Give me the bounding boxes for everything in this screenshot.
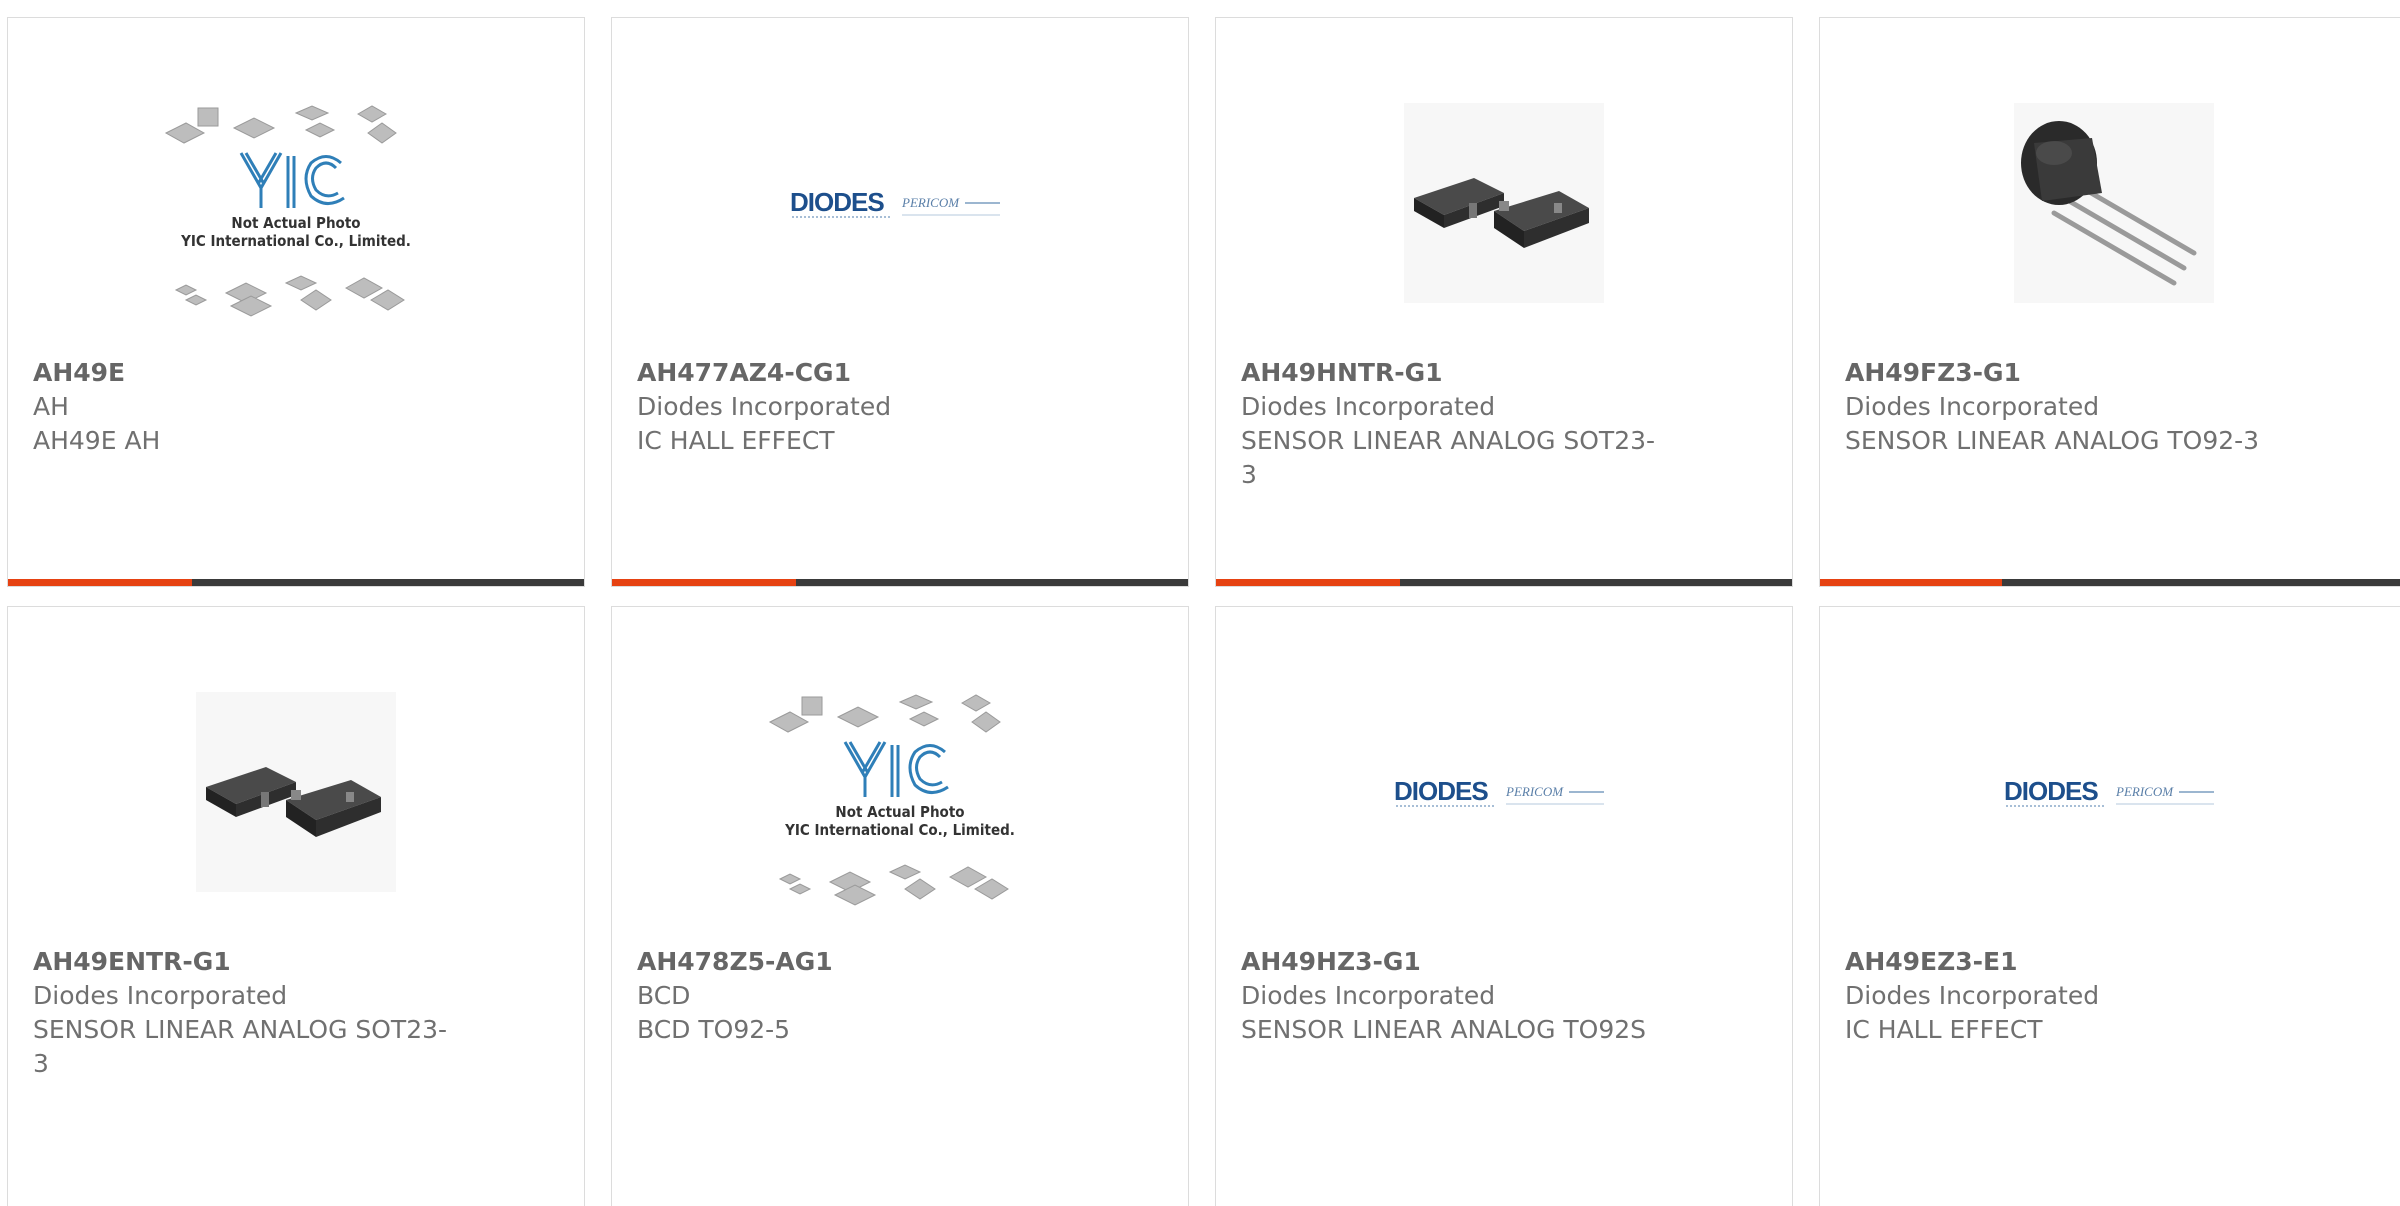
to92-photo-image	[2014, 103, 2214, 303]
card-accent-bar	[8, 579, 193, 586]
manufacturer: BCD	[637, 981, 691, 1010]
product-card[interactable]: Not Actual Photo YIC International Co., …	[7, 17, 585, 587]
product-card[interactable]: DIODES PERICOM AH477AZ4-CG1 Diodes Incor…	[611, 17, 1189, 587]
manufacturer: Diodes Incorporated	[1845, 392, 2100, 421]
description: SENSOR LINEAR ANALOG SOT23-3	[1241, 426, 1656, 489]
description: SENSOR LINEAR ANALOG TO92S	[1241, 1015, 1647, 1044]
product-info: AH49ENTR-G1 Diodes Incorporated SENSOR L…	[33, 945, 453, 1081]
yic-company-text: YIC International Co., Limited.	[180, 232, 411, 250]
pericom-logo-text: PERICOM	[901, 195, 960, 210]
product-card[interactable]: DIODES PERICOM AH49HZ3-G1 Diodes Incorpo…	[1215, 606, 1793, 1206]
description: IC HALL EFFECT	[637, 426, 835, 455]
product-card[interactable]: DIODES PERICOM AH49EZ3-E1 Diodes Incorpo…	[1819, 606, 2400, 1206]
part-number[interactable]: AH478Z5-AG1	[637, 945, 1057, 979]
product-info: AH478Z5-AG1 BCD BCD TO92-5	[637, 945, 1057, 1047]
description: BCD TO92-5	[637, 1015, 791, 1044]
product-image[interactable]: Not Actual Photo YIC International Co., …	[612, 637, 1188, 947]
description: SENSOR LINEAR ANALOG TO92-3	[1845, 426, 2260, 455]
product-card[interactable]: Not Actual Photo YIC International Co., …	[611, 606, 1189, 1206]
pericom-logo-text: PERICOM	[2115, 784, 2174, 799]
product-card[interactable]: AH49HNTR-G1 Diodes Incorporated SENSOR L…	[1215, 17, 1793, 587]
product-image[interactable]	[1820, 48, 2400, 358]
product-info: AH49HZ3-G1 Diodes Incorporated SENSOR LI…	[1241, 945, 1661, 1047]
manufacturer: Diodes Incorporated	[1241, 392, 1496, 421]
product-info: AH49EZ3-E1 Diodes Incorporated IC HALL E…	[1845, 945, 2265, 1047]
part-number[interactable]: AH49HZ3-G1	[1241, 945, 1661, 979]
diodes-logo-image: DIODES PERICOM	[1394, 776, 1604, 807]
diodes-logo-text: DIODES	[790, 187, 884, 217]
manufacturer: Diodes Incorporated	[1241, 981, 1496, 1010]
product-image[interactable]: DIODES PERICOM	[1820, 637, 2400, 947]
description: SENSOR LINEAR ANALOG SOT23-3	[33, 1015, 448, 1078]
card-accent-bar	[1820, 579, 2003, 586]
diodes-logo-text: DIODES	[2004, 776, 2098, 806]
product-image[interactable]	[1216, 48, 1792, 358]
diodes-logo-image: DIODES PERICOM	[2004, 776, 2214, 807]
part-number[interactable]: AH477AZ4-CG1	[637, 356, 1057, 390]
yic-placeholder-image: Not Actual Photo YIC International Co., …	[768, 694, 1015, 906]
product-info: AH49FZ3-G1 Diodes Incorporated SENSOR LI…	[1845, 356, 2265, 458]
card-bottom-bar	[1216, 579, 1792, 586]
description: IC HALL EFFECT	[1845, 1015, 2043, 1044]
manufacturer: Diodes Incorporated	[33, 981, 288, 1010]
product-image[interactable]: DIODES PERICOM	[1216, 637, 1792, 947]
not-actual-photo-text: Not Actual Photo	[835, 803, 964, 821]
product-info: AH477AZ4-CG1 Diodes Incorporated IC HALL…	[637, 356, 1057, 458]
sot23-photo-image	[1404, 103, 1604, 303]
description: AH49E AH	[33, 426, 161, 455]
part-number[interactable]: AH49HNTR-G1	[1241, 356, 1661, 390]
part-number[interactable]: AH49E	[33, 356, 453, 390]
diodes-logo-text: DIODES	[1394, 776, 1488, 806]
product-image[interactable]	[8, 637, 584, 947]
card-bottom-bar	[612, 579, 1188, 586]
card-accent-bar	[1216, 579, 1401, 586]
part-number[interactable]: AH49EZ3-E1	[1845, 945, 2265, 979]
manufacturer: AH	[33, 392, 69, 421]
yic-placeholder-image: Not Actual Photo YIC International Co., …	[164, 105, 411, 317]
product-card[interactable]: AH49ENTR-G1 Diodes Incorporated SENSOR L…	[7, 606, 585, 1206]
part-number[interactable]: AH49FZ3-G1	[1845, 356, 2265, 390]
product-grid: Not Actual Photo YIC International Co., …	[0, 0, 2400, 1206]
product-image[interactable]: Not Actual Photo YIC International Co., …	[8, 48, 584, 358]
not-actual-photo-text: Not Actual Photo	[231, 214, 360, 232]
part-number[interactable]: AH49ENTR-G1	[33, 945, 453, 979]
card-bottom-bar	[8, 579, 584, 586]
sot23-photo-image	[196, 692, 396, 892]
manufacturer: Diodes Incorporated	[1845, 981, 2100, 1010]
card-accent-bar	[612, 579, 797, 586]
product-info: AH49HNTR-G1 Diodes Incorporated SENSOR L…	[1241, 356, 1661, 492]
product-image[interactable]: DIODES PERICOM	[612, 48, 1188, 358]
card-bottom-bar	[1820, 579, 2400, 586]
yic-company-text: YIC International Co., Limited.	[784, 821, 1015, 839]
diodes-logo-image: DIODES PERICOM	[790, 187, 1000, 218]
product-card[interactable]: AH49FZ3-G1 Diodes Incorporated SENSOR LI…	[1819, 17, 2400, 587]
pericom-logo-text: PERICOM	[1505, 784, 1564, 799]
product-info: AH49E AH AH49E AH	[33, 356, 453, 458]
manufacturer: Diodes Incorporated	[637, 392, 892, 421]
